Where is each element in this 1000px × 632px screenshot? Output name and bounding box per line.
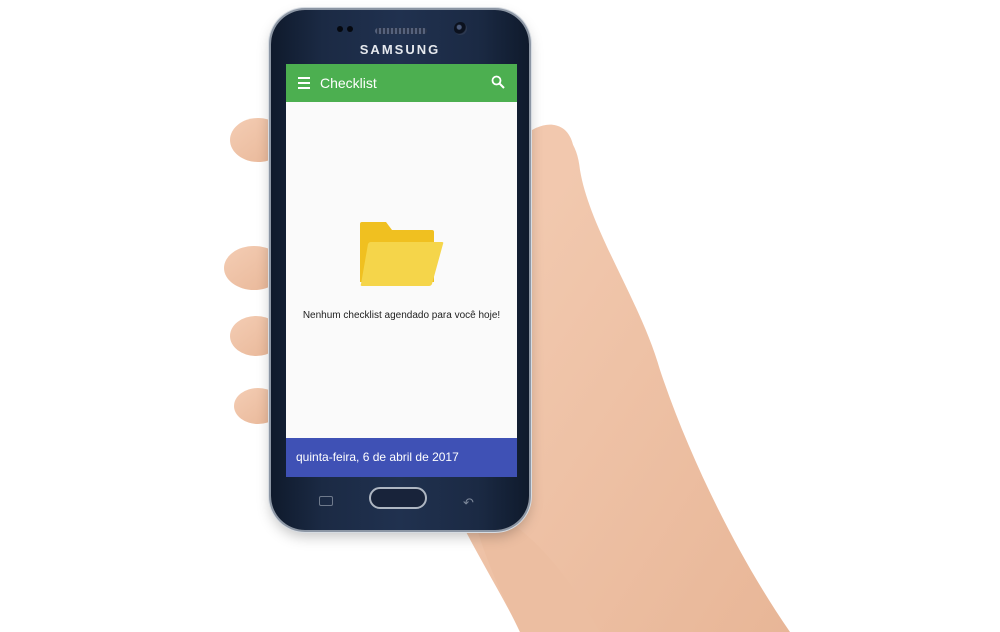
search-icon[interactable]: [491, 75, 505, 89]
sensor-dot: [347, 26, 353, 32]
recent-apps-key[interactable]: [319, 496, 333, 506]
earpiece-speaker: [375, 28, 427, 34]
current-date-label: quinta-feira, 6 de abril de 2017: [296, 450, 459, 464]
app-screen: Checklist Nenhum checklist agendado para…: [286, 64, 517, 477]
empty-state-message: Nenhum checklist agendado para você hoje…: [302, 310, 501, 321]
folder-icon: [360, 222, 444, 286]
front-camera: [454, 22, 467, 35]
back-key-icon[interactable]: ↶: [463, 496, 474, 509]
hamburger-menu-icon[interactable]: [298, 77, 310, 89]
device-brand-label: SAMSUNG: [359, 42, 441, 57]
date-footer: quinta-feira, 6 de abril de 2017: [286, 438, 517, 477]
app-toolbar: Checklist: [286, 64, 517, 102]
toolbar-title: Checklist: [320, 75, 377, 91]
sensor-dot: [337, 26, 343, 32]
home-button[interactable]: [369, 487, 427, 509]
